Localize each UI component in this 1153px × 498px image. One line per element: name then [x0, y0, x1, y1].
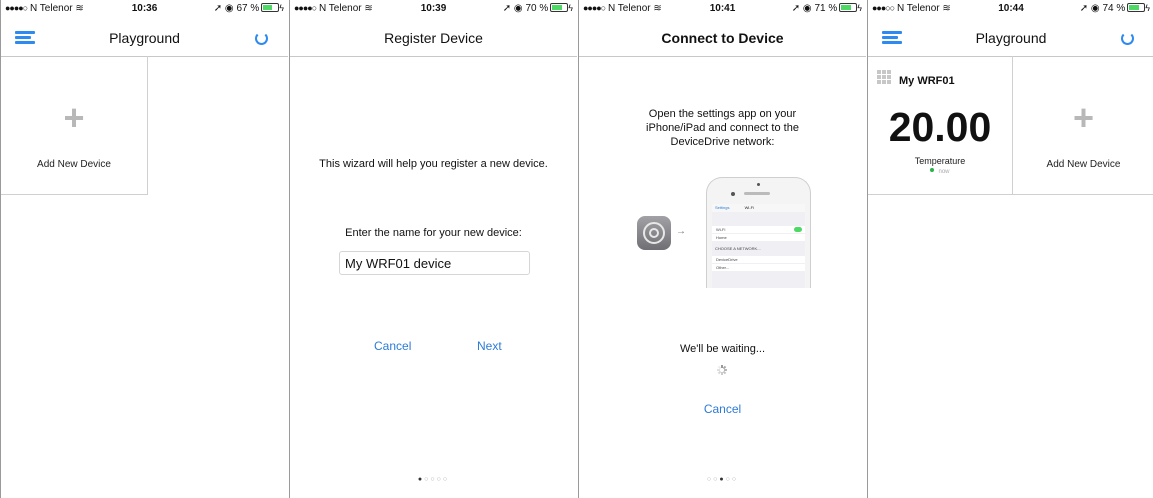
screen-playground-device: ●●●○○ N Telenor ≋ 10:44 ➚ ◉ 74 % ϟ Playgr…: [867, 0, 1153, 498]
wifi-settings-preview: Settings Wi-Fi Wi-Fi Home CHOOSE A NETWO…: [712, 204, 805, 288]
status-bar: ●●●●○ N Telenor ≋ 10:36 ➚ ◉ 67 % ϟ: [1, 0, 288, 18]
grid-icon: [877, 70, 892, 85]
plus-icon: +: [63, 97, 85, 138]
alarm-icon: ◉: [513, 3, 523, 14]
online-indicator-icon: [930, 168, 935, 172]
add-device-tile[interactable]: + Add New Device: [1013, 56, 1153, 195]
page-title: Playground: [975, 30, 1047, 46]
arrow-icon: →: [676, 226, 686, 237]
nav-bar: Connect to Device: [579, 20, 866, 57]
location-arrow-icon: ➚: [213, 3, 223, 14]
page-indicator: ○○●○○: [706, 476, 739, 483]
location-arrow-icon: ➚: [502, 3, 512, 14]
alarm-icon: ◉: [224, 3, 234, 14]
cancel-button[interactable]: Cancel: [374, 339, 411, 353]
connect-instructions: Open the settings app on your iPhone/iPa…: [646, 108, 799, 148]
measurement-label: Temperature: [914, 156, 966, 166]
wizard-intro: This wizard will help you register a new…: [319, 158, 548, 170]
screen-connect-device: ●●●●○ N Telenor ≋ 10:41 ➚ ◉ 71 % ϟ Connec…: [578, 0, 866, 498]
battery-percent: 74 %: [1102, 3, 1126, 14]
settings-app-icon: [637, 216, 671, 250]
temperature-value: 20.00: [888, 104, 992, 150]
cancel-button[interactable]: Cancel: [579, 402, 866, 416]
battery-percent: 70 %: [525, 3, 549, 14]
page-indicator: ●○○○○: [417, 476, 450, 483]
status-bar: ●●●●○ N Telenor ≋ 10:41 ➚ ◉ 71 % ϟ: [579, 0, 866, 18]
device-name-input[interactable]: [339, 251, 530, 275]
battery-icon: [839, 3, 858, 12]
status-bar: ●●●●○ N Telenor ≋ 10:39 ➚ ◉ 70 % ϟ: [290, 0, 577, 18]
battery-percent: 71 %: [814, 3, 838, 14]
waiting-text: We'll be waiting...: [679, 343, 766, 355]
refresh-icon[interactable]: [1121, 32, 1134, 45]
device-status: now: [868, 168, 1012, 175]
page-title: Register Device: [384, 30, 483, 46]
battery-icon: [261, 3, 280, 12]
spinner-icon: [717, 365, 727, 375]
phone-illustration: Settings Wi-Fi Wi-Fi Home CHOOSE A NETWO…: [706, 177, 811, 288]
name-prompt: Enter the name for your new device:: [345, 227, 522, 239]
page-title: Connect to Device: [661, 30, 784, 46]
alarm-icon: ◉: [1090, 3, 1100, 14]
screen-register-device: ●●●●○ N Telenor ≋ 10:39 ➚ ◉ 70 % ϟ Regist…: [289, 0, 577, 498]
alarm-icon: ◉: [802, 3, 812, 14]
battery-percent: 67 %: [236, 3, 260, 14]
refresh-icon[interactable]: [255, 32, 268, 45]
add-device-label: Add New Device: [37, 159, 111, 170]
device-tile[interactable]: My WRF01 20.00 Temperature now: [868, 56, 1013, 195]
add-device-label: Add New Device: [1046, 159, 1121, 170]
location-arrow-icon: ➚: [1079, 3, 1089, 14]
battery-icon: [1127, 3, 1146, 12]
location-arrow-icon: ➚: [791, 3, 801, 14]
next-button[interactable]: Next: [477, 339, 502, 353]
device-name: My WRF01: [899, 75, 955, 87]
nav-bar: Register Device: [290, 20, 577, 57]
nav-bar: Playground: [1, 20, 288, 57]
screen-playground-empty: ●●●●○ N Telenor ≋ 10:36 ➚ ◉ 67 % ϟ Playgr…: [0, 0, 288, 498]
plus-icon: +: [1072, 97, 1095, 138]
page-title: Playground: [109, 30, 180, 46]
battery-icon: [550, 3, 569, 12]
add-device-tile[interactable]: + Add New Device: [1, 56, 148, 195]
nav-bar: Playground: [868, 20, 1153, 57]
status-bar: ●●●○○ N Telenor ≋ 10:44 ➚ ◉ 74 % ϟ: [868, 0, 1153, 18]
